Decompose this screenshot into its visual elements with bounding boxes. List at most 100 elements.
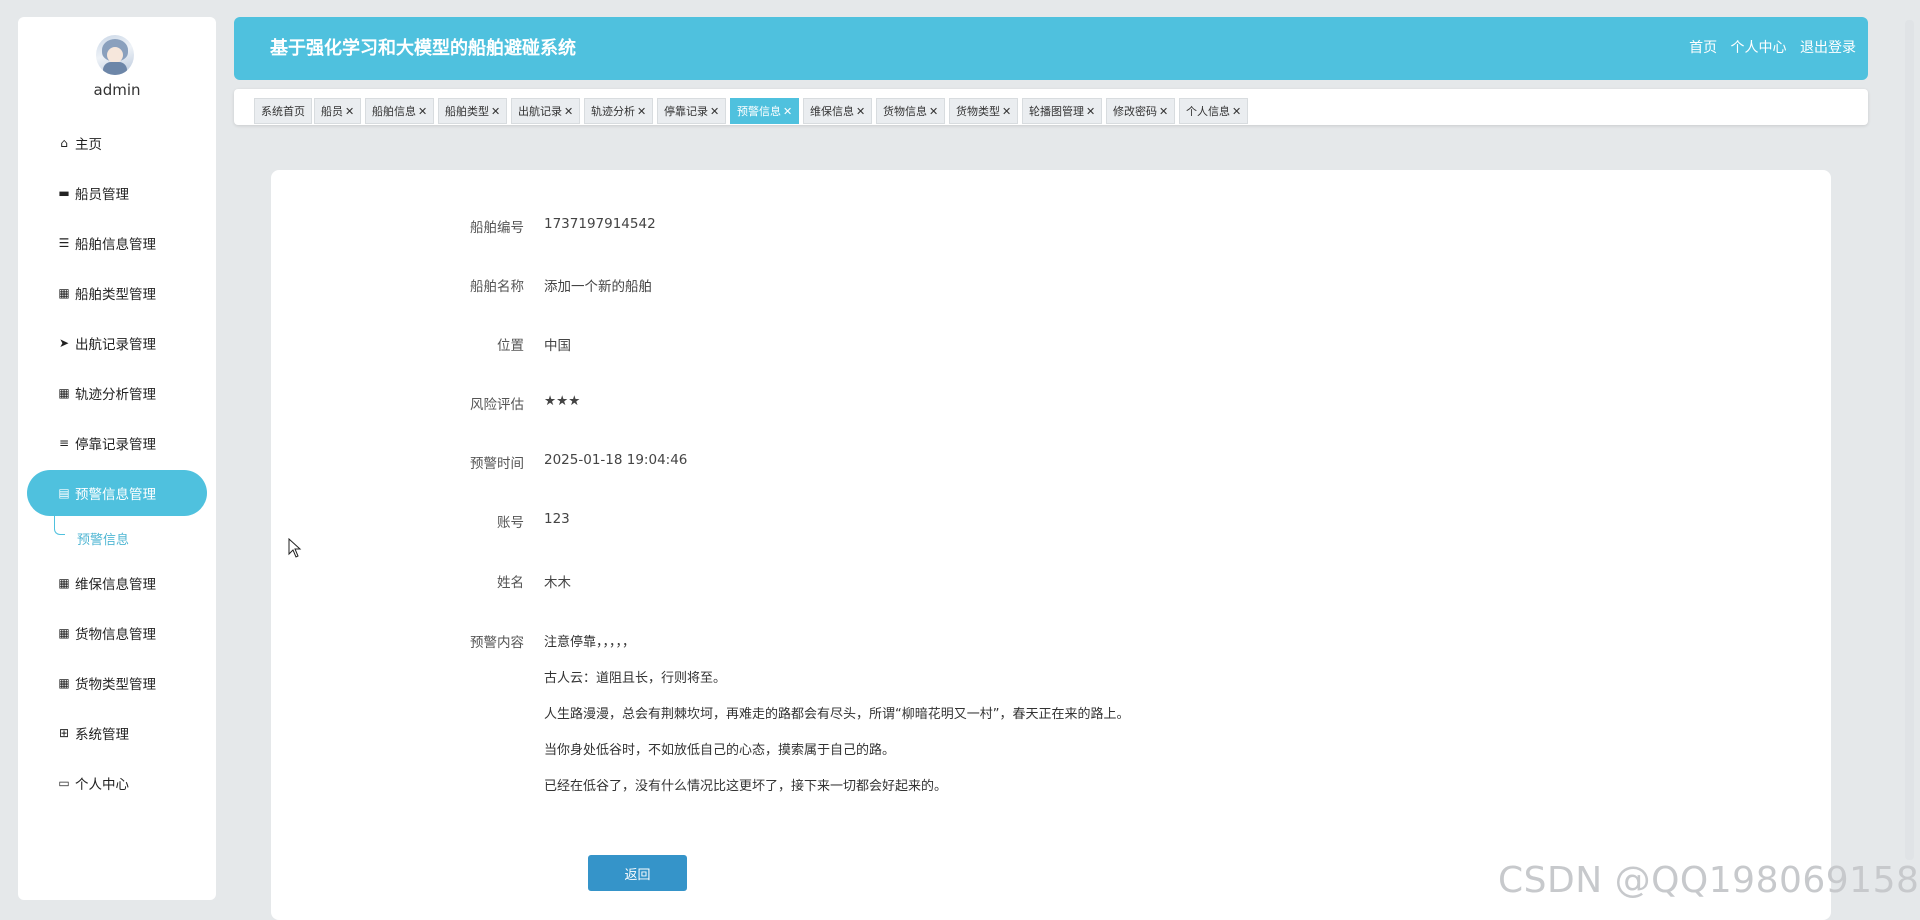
sidebar-item-label: 货物类型管理 bbox=[75, 677, 156, 693]
sidebar-item-label: 主页 bbox=[75, 137, 102, 153]
sidebar-item-label: 个人中心 bbox=[75, 777, 129, 793]
field-label: 账号 bbox=[497, 515, 524, 531]
tab-label: 船舶信息 bbox=[372, 105, 416, 118]
grid-icon: ▦ bbox=[58, 676, 70, 690]
tab-label: 系统首页 bbox=[261, 105, 305, 118]
close-icon[interactable]: ✕ bbox=[929, 105, 938, 118]
tab-trajectory[interactable]: 轨迹分析 ✕ bbox=[584, 98, 654, 124]
sidebar-item-ship-type[interactable]: ▦ 船舶类型管理 bbox=[27, 270, 207, 316]
close-icon[interactable]: ✕ bbox=[1159, 105, 1168, 118]
field-label: 船舶名称 bbox=[470, 279, 524, 295]
grid-icon: ▦ bbox=[58, 626, 70, 640]
tab-label: 轮播图管理 bbox=[1029, 105, 1084, 118]
home-link[interactable]: 首页 bbox=[1689, 40, 1717, 56]
tab-password[interactable]: 修改密码 ✕ bbox=[1106, 98, 1176, 124]
tab-ship-info[interactable]: 船舶信息 ✕ bbox=[365, 98, 435, 124]
field-label: 船舶编号 bbox=[470, 220, 524, 236]
tab-cargo-info[interactable]: 货物信息 ✕ bbox=[876, 98, 946, 124]
username: admin bbox=[93, 81, 141, 99]
sidebar-item-label: 系统管理 bbox=[75, 727, 129, 743]
watermark: CSDN @QQ1980691580 bbox=[1498, 860, 1920, 901]
sidebar-item-system[interactable]: ⊞ 系统管理 bbox=[27, 710, 207, 756]
field-label: 风险评估 bbox=[470, 397, 524, 413]
sidebar-subitem-label: 预警信息 bbox=[77, 532, 130, 548]
field-label: 位置 bbox=[497, 338, 524, 354]
warning-content: 注意停靠，，，，， 古人云：道阻且长，行则将至。 人生路漫漫，总会有荆棘坎坷，再… bbox=[544, 631, 1129, 811]
sidebar-subitem-warning-info[interactable]: 预警信息 bbox=[27, 516, 207, 556]
close-icon[interactable]: ✕ bbox=[710, 105, 719, 118]
field-label: 姓名 bbox=[497, 575, 524, 591]
sidebar-item-label: 船舶信息管理 bbox=[75, 237, 156, 253]
sidebar-item-docking[interactable]: ≡ 停靠记录管理 bbox=[27, 420, 207, 466]
close-icon[interactable]: ✕ bbox=[1002, 105, 1011, 118]
content-line: 已经在低谷了，没有什么情况比这更坏了，接下来一切都会好起来的。 bbox=[544, 779, 948, 794]
field-value: 添加一个新的船舶 bbox=[544, 279, 652, 295]
tab-voyage[interactable]: 出航记录 ✕ bbox=[511, 98, 581, 124]
tab-carousel[interactable]: 轮播图管理 ✕ bbox=[1022, 98, 1103, 124]
close-icon[interactable]: ✕ bbox=[491, 105, 500, 118]
tab-label: 船员 bbox=[321, 105, 343, 118]
grid-icon: ▦ bbox=[58, 576, 70, 590]
close-icon[interactable]: ✕ bbox=[345, 105, 354, 118]
tab-label: 预警信息 bbox=[737, 105, 781, 118]
tab-label: 轨迹分析 bbox=[591, 105, 635, 118]
sidebar-item-label: 维保信息管理 bbox=[75, 577, 156, 593]
close-icon[interactable]: ✕ bbox=[418, 105, 427, 118]
tab-label: 维保信息 bbox=[810, 105, 854, 118]
close-icon[interactable]: ✕ bbox=[637, 105, 646, 118]
tab-label: 船舶类型 bbox=[445, 105, 489, 118]
sidebar-item-voyage[interactable]: ➤ 出航记录管理 bbox=[27, 320, 207, 366]
field-value: 中国 bbox=[544, 338, 571, 354]
sidebar-item-profile[interactable]: ▭ 个人中心 bbox=[27, 760, 207, 806]
tab-warning[interactable]: 预警信息 ✕ bbox=[730, 98, 800, 124]
page-scrollbar[interactable] bbox=[1905, 20, 1914, 860]
mouse-cursor-icon bbox=[288, 538, 302, 558]
close-icon[interactable]: ✕ bbox=[564, 105, 573, 118]
sidebar-item-label: 船员管理 bbox=[75, 187, 129, 203]
tab-home[interactable]: 系统首页 bbox=[254, 98, 312, 124]
logout-link[interactable]: 退出登录 bbox=[1800, 40, 1856, 56]
close-icon[interactable]: ✕ bbox=[856, 105, 865, 118]
sidebar-item-warning[interactable]: ▤ 预警信息管理 bbox=[27, 470, 207, 516]
sidebar-item-cargo-type[interactable]: ▦ 货物类型管理 bbox=[27, 660, 207, 706]
tab-crew[interactable]: 船员 ✕ bbox=[314, 98, 362, 124]
field-value: 2025-01-18 19:04:46 bbox=[544, 452, 688, 468]
risk-stars: ★★★ bbox=[544, 393, 581, 409]
top-header: 基于强化学习和大模型的船舶避碰系统 首页 个人中心 退出登录 bbox=[234, 17, 1868, 80]
sidebar-item-label: 停靠记录管理 bbox=[75, 437, 156, 453]
tab-label: 个人信息 bbox=[1186, 105, 1230, 118]
home-icon: ⌂ bbox=[60, 136, 68, 150]
tab-docking[interactable]: 停靠记录 ✕ bbox=[657, 98, 727, 124]
close-icon[interactable]: ✕ bbox=[1232, 105, 1241, 118]
field-label: 预警内容 bbox=[470, 635, 524, 651]
close-icon[interactable]: ✕ bbox=[1086, 105, 1095, 118]
sidebar-item-label: 预警信息管理 bbox=[75, 487, 156, 503]
profile-link[interactable]: 个人中心 bbox=[1731, 40, 1787, 56]
sidebar-item-crew[interactable]: ▬ 船员管理 bbox=[27, 170, 207, 216]
calendar-icon: ▭ bbox=[58, 776, 70, 790]
tab-maintenance[interactable]: 维保信息 ✕ bbox=[803, 98, 873, 124]
avatar[interactable] bbox=[96, 35, 134, 75]
sidebar-item-label: 轨迹分析管理 bbox=[75, 387, 156, 403]
tab-label: 修改密码 bbox=[1113, 105, 1157, 118]
apps-icon: ⊞ bbox=[58, 726, 70, 740]
sidebar-item-maintenance[interactable]: ▦ 维保信息管理 bbox=[27, 560, 207, 606]
return-button[interactable]: 返回 bbox=[588, 855, 687, 891]
close-icon[interactable]: ✕ bbox=[783, 105, 792, 118]
sidebar-menu: ⌂ 主页 ▬ 船员管理 ☰ 船舶信息管理 ▦ 船舶类型管理 ➤ 出航记录管理 ▦… bbox=[18, 120, 216, 810]
tab-label: 出航记录 bbox=[518, 105, 562, 118]
sidebar-item-cargo-info[interactable]: ▦ 货物信息管理 bbox=[27, 610, 207, 656]
field-value: 123 bbox=[544, 511, 570, 527]
tab-ship-type[interactable]: 船舶类型 ✕ bbox=[438, 98, 508, 124]
send-icon: ➤ bbox=[58, 336, 70, 350]
field-label: 预警时间 bbox=[470, 456, 524, 472]
tab-cargo-type[interactable]: 货物类型 ✕ bbox=[949, 98, 1019, 124]
tab-personal-info[interactable]: 个人信息 ✕ bbox=[1179, 98, 1249, 124]
sidebar: admin ⌂ 主页 ▬ 船员管理 ☰ 船舶信息管理 ▦ 船舶类型管理 ➤ 出航… bbox=[18, 17, 216, 900]
sidebar-item-home[interactable]: ⌂ 主页 bbox=[27, 120, 207, 166]
tree-branch-line bbox=[54, 516, 65, 535]
sidebar-item-label: 船舶类型管理 bbox=[75, 287, 156, 303]
sidebar-item-trajectory[interactable]: ▦ 轨迹分析管理 bbox=[27, 370, 207, 416]
sidebar-item-ship-info[interactable]: ☰ 船舶信息管理 bbox=[27, 220, 207, 266]
sidebar-item-label: 出航记录管理 bbox=[75, 337, 156, 353]
